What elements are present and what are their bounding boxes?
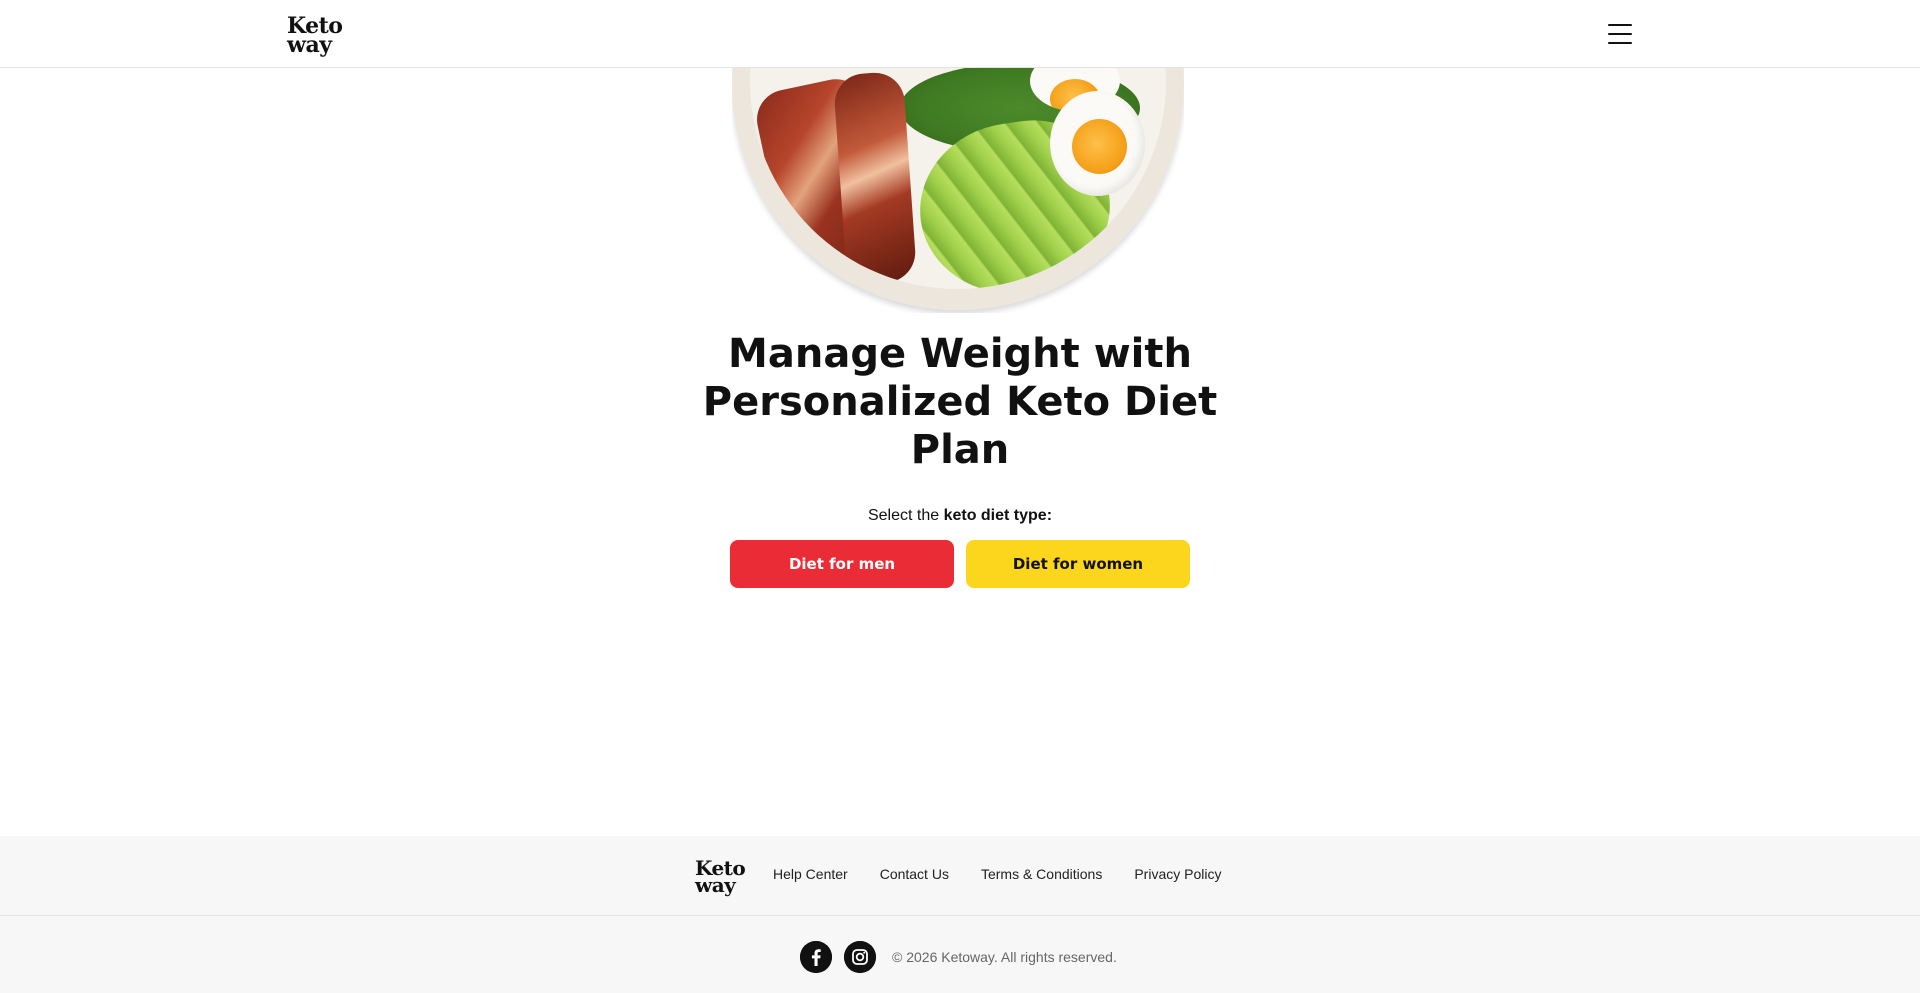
footer-links: Help Center Contact Us Terms & Condition… [773, 866, 1221, 882]
page-title: Manage Weight with Personalized Keto Die… [702, 331, 1218, 473]
hero-image [732, 68, 1184, 313]
logo[interactable]: Keto way [287, 15, 343, 58]
footer-link-privacy[interactable]: Privacy Policy [1134, 866, 1221, 882]
footer-logo-line-2: way [695, 873, 736, 898]
footer-link-contact-us[interactable]: Contact Us [880, 866, 949, 882]
footer-logo[interactable]: Keto way [695, 858, 746, 898]
logo-line-2: way [287, 31, 332, 58]
diet-type-prompt: Select the keto diet type: [660, 507, 1260, 525]
diet-for-women-button[interactable]: Diet for women [966, 540, 1190, 588]
site-footer: Keto way Help Center Contact Us Terms & … [0, 836, 1920, 993]
footer-link-terms[interactable]: Terms & Conditions [981, 866, 1102, 882]
footer-nav: Keto way Help Center Contact Us Terms & … [0, 836, 1920, 916]
prompt-prefix: Select the [867, 507, 944, 524]
hamburger-menu-icon[interactable] [1606, 22, 1634, 46]
copyright-text: © 2026 Ketoway. All rights reserved. [892, 949, 1117, 965]
diet-for-men-button[interactable]: Diet for men [730, 540, 954, 588]
instagram-icon[interactable] [844, 941, 876, 973]
social-links [800, 941, 876, 973]
prompt-bold: keto diet type: [943, 507, 1053, 524]
facebook-icon[interactable] [800, 941, 832, 973]
footer-link-help-center[interactable]: Help Center [773, 866, 848, 882]
site-header: Keto way [0, 0, 1920, 68]
